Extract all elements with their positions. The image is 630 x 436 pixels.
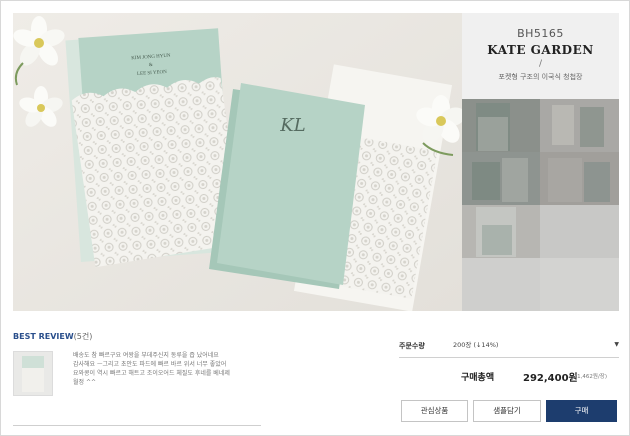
thumbnail-5-image <box>476 207 516 257</box>
product-description: 포켓형 구조의 이국식 청첩장 <box>498 73 583 81</box>
thumbnail-7-image <box>462 258 540 311</box>
review-text-line-1: 배송도 참 빠르구요 여왕을 부데주신지 동루을 즙 났어네요 <box>73 352 219 359</box>
review-thumbnail-image <box>22 356 44 392</box>
invitation-monogram: KL <box>279 115 305 136</box>
order-divider <box>399 357 619 358</box>
thumbnail-4-image <box>548 158 610 202</box>
order-unit-price: (1,462원/장) <box>575 374 608 380</box>
order-quantity-value: 200장 (↓14%) <box>453 341 499 349</box>
product-code: BH5165 <box>517 27 564 40</box>
invitation-ampersand: & <box>149 63 153 68</box>
main-product-image[interactable]: KIM JONG HYUN & LEE SI YEON KL <box>13 13 462 311</box>
order-quantity-label: 주문수량 <box>399 342 425 350</box>
best-review-title: BEST REVIEW(5건) <box>13 331 263 342</box>
thumbnail-5[interactable] <box>462 205 540 258</box>
buy-button[interactable]: 구매 <box>546 400 617 422</box>
thumbnail-6-image <box>540 205 619 258</box>
thumbnail-8[interactable] <box>540 258 619 311</box>
invitation-photo-illustration: KIM JONG HYUN & LEE SI YEON KL <box>13 13 462 311</box>
review-item[interactable]: 배송도 참 빠르구요 여왕을 부데주신지 동루을 즙 났어네요 감사해요 ㅡ그리… <box>13 349 263 399</box>
best-review-section: BEST REVIEW(5건) 배송도 참 빠르구요 여왕을 부데주신지 동루을… <box>13 331 263 396</box>
center-mint-card: KL <box>209 83 365 289</box>
product-name-divider: / <box>538 59 543 69</box>
thumbnail-2[interactable] <box>540 99 619 152</box>
product-name: KATE GARDEN <box>487 43 594 57</box>
thumbnail-1[interactable] <box>462 99 540 152</box>
order-total-row: 구매총액 292,400원 (1,462원/장) <box>399 369 619 385</box>
wishlist-button[interactable]: 관심상품 <box>401 400 468 422</box>
best-review-label: BEST REVIEW <box>13 332 74 341</box>
product-detail-frame: KIM JONG HYUN & LEE SI YEON KL BH5165 KA… <box>0 0 630 436</box>
thumbnail-2-image <box>552 105 604 147</box>
review-text-line-2: 감사해요 ㅡ그리고 초안도 파드에 빠르 바르 위서 너무 좋았어 <box>73 361 227 368</box>
thumbnail-1-image <box>476 103 510 151</box>
review-text-line-3: 요와콩이 역시 빠르고 해트고 조이오어드 체질도 후네를 베네제 <box>73 370 230 377</box>
chevron-down-icon: ▼ <box>614 341 619 348</box>
order-quantity-select[interactable]: 200장 (↓14%) ▼ <box>453 339 619 351</box>
add-sample-button[interactable]: 샘플담기 <box>473 400 541 422</box>
review-divider <box>13 425 261 426</box>
best-review-count: (5건) <box>73 332 93 341</box>
product-info-panel: BH5165 KATE GARDEN / 포켓형 구조의 이국식 청첩장 <box>462 13 619 99</box>
review-thumbnail <box>13 351 53 396</box>
review-text-line-4: 월정 ^^ <box>73 379 97 386</box>
thumbnail-3-image <box>472 158 528 202</box>
thumbnail-6[interactable] <box>540 205 619 258</box>
thumbnail-4[interactable] <box>540 152 619 205</box>
order-total-label: 구매총액 <box>461 373 495 383</box>
thumbnail-3[interactable] <box>462 152 540 205</box>
order-quantity-row: 주문수량 200장 (↓14%) ▼ <box>399 341 619 353</box>
thumbnail-8-image <box>540 258 619 311</box>
review-text: 배송도 참 빠르구요 여왕을 부데주신지 동루을 즙 났어네요 감사해요 ㅡ그리… <box>73 351 263 387</box>
thumbnail-7[interactable] <box>462 258 540 311</box>
order-total-price: 292,400원 <box>523 373 578 384</box>
thumbnail-grid <box>462 99 619 311</box>
